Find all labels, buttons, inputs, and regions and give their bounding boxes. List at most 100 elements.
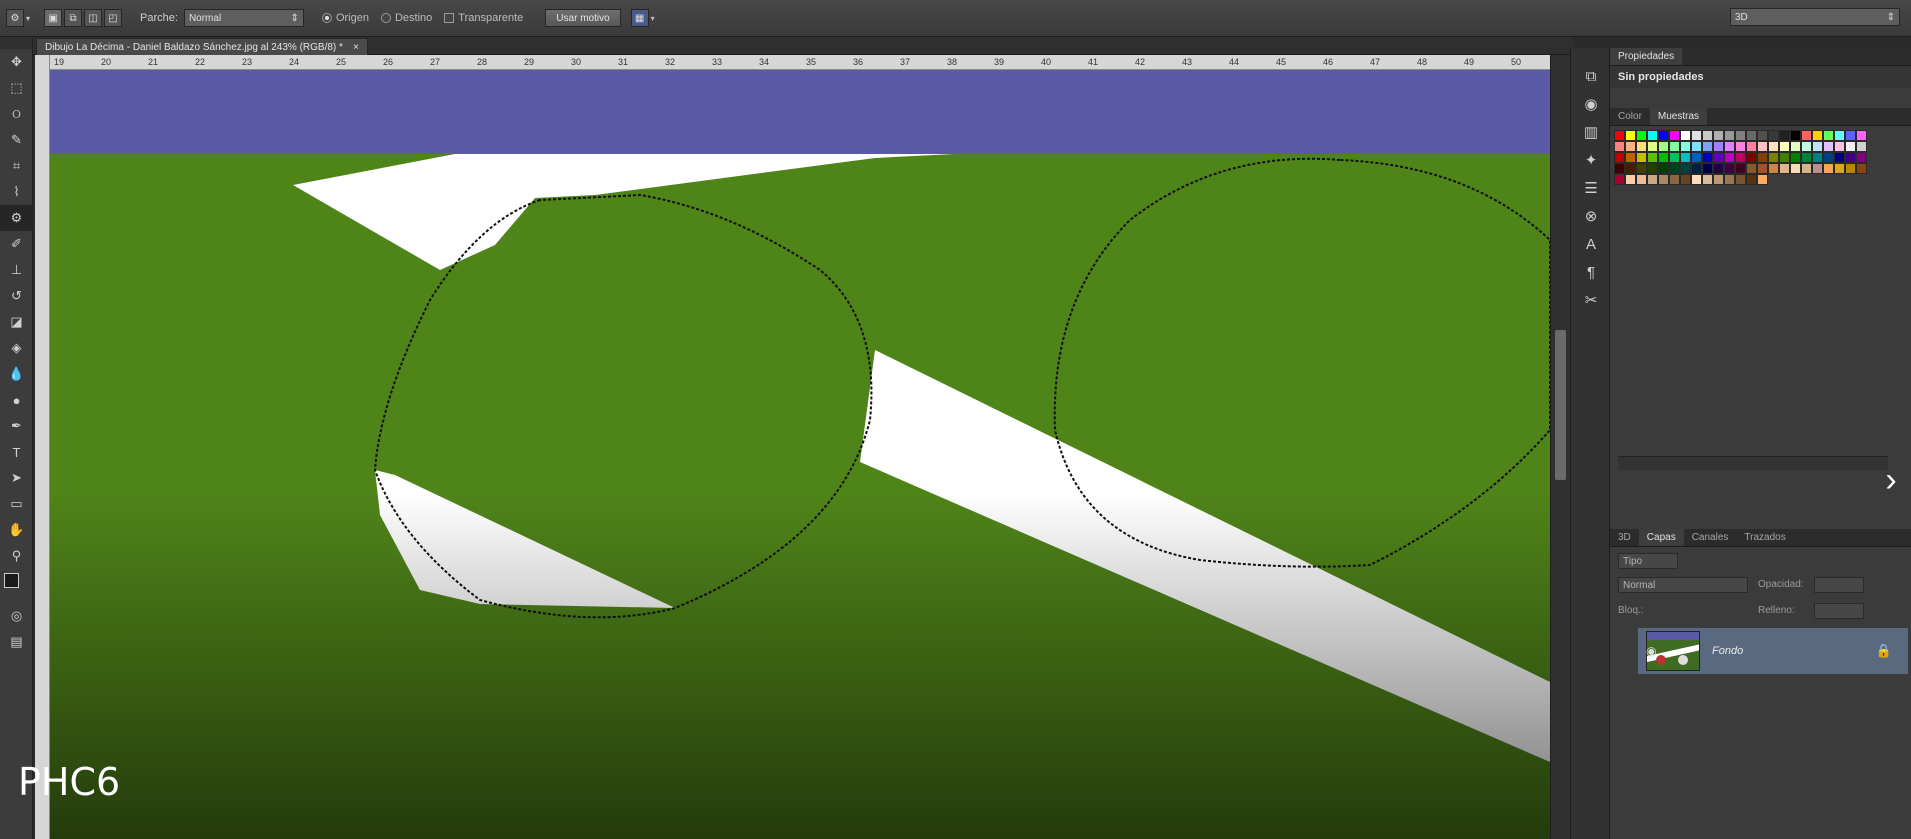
crop-icon[interactable]: ⌗	[0, 153, 33, 179]
swatch[interactable]	[1669, 141, 1680, 152]
adjustments-icon[interactable]: ▥	[1571, 118, 1611, 146]
swatch[interactable]	[1669, 163, 1680, 174]
zoom-icon[interactable]: ⚲	[0, 543, 33, 569]
swatch[interactable]	[1768, 163, 1779, 174]
swatch[interactable]	[1768, 152, 1779, 163]
quick-mask-icon[interactable]: ◎	[0, 603, 33, 629]
eyedropper-icon[interactable]: ⌇	[0, 179, 33, 205]
swatch[interactable]	[1647, 152, 1658, 163]
move-icon[interactable]: ✥	[0, 49, 33, 75]
swatch[interactable]	[1768, 130, 1779, 141]
swatch[interactable]	[1779, 163, 1790, 174]
swatch[interactable]	[1757, 174, 1768, 185]
swatch[interactable]	[1746, 174, 1757, 185]
tab-3d[interactable]: 3D	[1610, 529, 1639, 546]
swatch[interactable]	[1735, 152, 1746, 163]
swatch[interactable]	[1724, 141, 1735, 152]
swatch[interactable]	[1636, 174, 1647, 185]
eye-icon[interactable]: ◉	[1646, 644, 1656, 658]
shape-icon[interactable]: ▭	[0, 491, 33, 517]
swatch[interactable]	[1680, 174, 1691, 185]
swatch[interactable]	[1856, 130, 1867, 141]
quick-select-icon[interactable]: ✎	[0, 127, 33, 153]
swatch[interactable]	[1746, 152, 1757, 163]
layer-row-background[interactable]: ◉ Fondo 🔒	[1638, 628, 1908, 674]
swatch[interactable]	[1845, 141, 1856, 152]
pen-icon[interactable]: ✒	[0, 413, 33, 439]
swatch[interactable]	[1702, 174, 1713, 185]
patch-mode-select[interactable]: Normal ⇕	[183, 9, 304, 27]
swatch[interactable]	[1713, 174, 1724, 185]
swatch[interactable]	[1757, 141, 1768, 152]
blur-icon[interactable]: 💧	[0, 361, 33, 387]
blend-mode-select[interactable]: Normal	[1618, 577, 1748, 593]
swatch[interactable]	[1812, 152, 1823, 163]
swatch[interactable]	[1680, 163, 1691, 174]
vertical-scrollbar[interactable]	[1550, 55, 1570, 839]
kind-filter-select[interactable]: Tipo	[1618, 553, 1678, 569]
swatch[interactable]	[1614, 141, 1625, 152]
swatch[interactable]	[1680, 152, 1691, 163]
swatch[interactable]	[1669, 152, 1680, 163]
swatch[interactable]	[1647, 130, 1658, 141]
swatch[interactable]	[1757, 130, 1768, 141]
swatch[interactable]	[1812, 141, 1823, 152]
swatch[interactable]	[1691, 141, 1702, 152]
swatch[interactable]	[1790, 130, 1801, 141]
screen-mode-icon[interactable]: ▤	[0, 629, 33, 655]
swatch[interactable]	[1856, 141, 1867, 152]
swatch[interactable]	[1812, 130, 1823, 141]
swatch[interactable]	[1801, 141, 1812, 152]
swatch[interactable]	[1658, 130, 1669, 141]
swatch[interactable]	[1856, 163, 1867, 174]
transparent-checkbox[interactable]	[444, 13, 455, 23]
pattern-picker-icon[interactable]: ▦	[630, 9, 649, 27]
fill-field[interactable]	[1814, 603, 1864, 619]
tab-layers[interactable]: Capas	[1638, 529, 1684, 546]
opacity-field[interactable]	[1814, 577, 1864, 593]
swatch[interactable]	[1614, 174, 1625, 185]
close-icon[interactable]: ×	[353, 42, 359, 53]
subtract-selection-icon[interactable]: ◫	[84, 9, 103, 27]
swatch[interactable]	[1757, 152, 1768, 163]
swatch[interactable]	[1702, 163, 1713, 174]
tab-properties[interactable]: Propiedades	[1610, 48, 1683, 65]
swatch[interactable]	[1647, 174, 1658, 185]
document-tab[interactable]: Dibujo La Décima - Daniel Baldazo Sánche…	[36, 38, 368, 55]
swatch[interactable]	[1834, 152, 1845, 163]
type-icon[interactable]: T	[0, 439, 33, 465]
swatch[interactable]	[1801, 130, 1812, 141]
tool-preset-picker[interactable]: ⚙ ▾	[6, 7, 30, 29]
swatch[interactable]	[1658, 141, 1669, 152]
swatch[interactable]	[1779, 130, 1790, 141]
swatch[interactable]	[1691, 163, 1702, 174]
chevron-right-icon[interactable]: ›	[1876, 455, 1906, 505]
brush-icon[interactable]: ✐	[0, 231, 33, 257]
swatch[interactable]	[1823, 152, 1834, 163]
swatch[interactable]	[1625, 141, 1636, 152]
swatch[interactable]	[1724, 152, 1735, 163]
swatch[interactable]	[1647, 163, 1658, 174]
hand-icon[interactable]: ✋	[0, 517, 33, 543]
swatch[interactable]	[1724, 174, 1735, 185]
swatch[interactable]	[1812, 163, 1823, 174]
tool-presets-icon[interactable]: ✂	[1571, 286, 1611, 314]
use-pattern-button[interactable]: Usar motivo	[545, 9, 621, 27]
color-swatches[interactable]	[0, 569, 32, 603]
channels-icon[interactable]: ☰	[1571, 174, 1611, 202]
history-icon[interactable]: ⧉	[1571, 62, 1611, 90]
swatch[interactable]	[1691, 130, 1702, 141]
tab-paths[interactable]: Trazados	[1736, 529, 1793, 546]
document-canvas[interactable]	[50, 70, 1550, 839]
swatch[interactable]	[1790, 152, 1801, 163]
origin-radio[interactable]	[321, 13, 332, 23]
path-select-icon[interactable]: ➤	[0, 465, 33, 491]
swatch[interactable]	[1614, 130, 1625, 141]
swatch[interactable]	[1779, 141, 1790, 152]
tab-swatches[interactable]: Muestras	[1649, 108, 1708, 125]
brush-presets-icon[interactable]: ✦	[1571, 146, 1611, 174]
new-selection-icon[interactable]: ▣	[44, 9, 63, 27]
swatches-grid[interactable]	[1614, 130, 1876, 202]
paint-bucket-icon[interactable]: ◈	[0, 335, 33, 361]
swatch[interactable]	[1691, 152, 1702, 163]
